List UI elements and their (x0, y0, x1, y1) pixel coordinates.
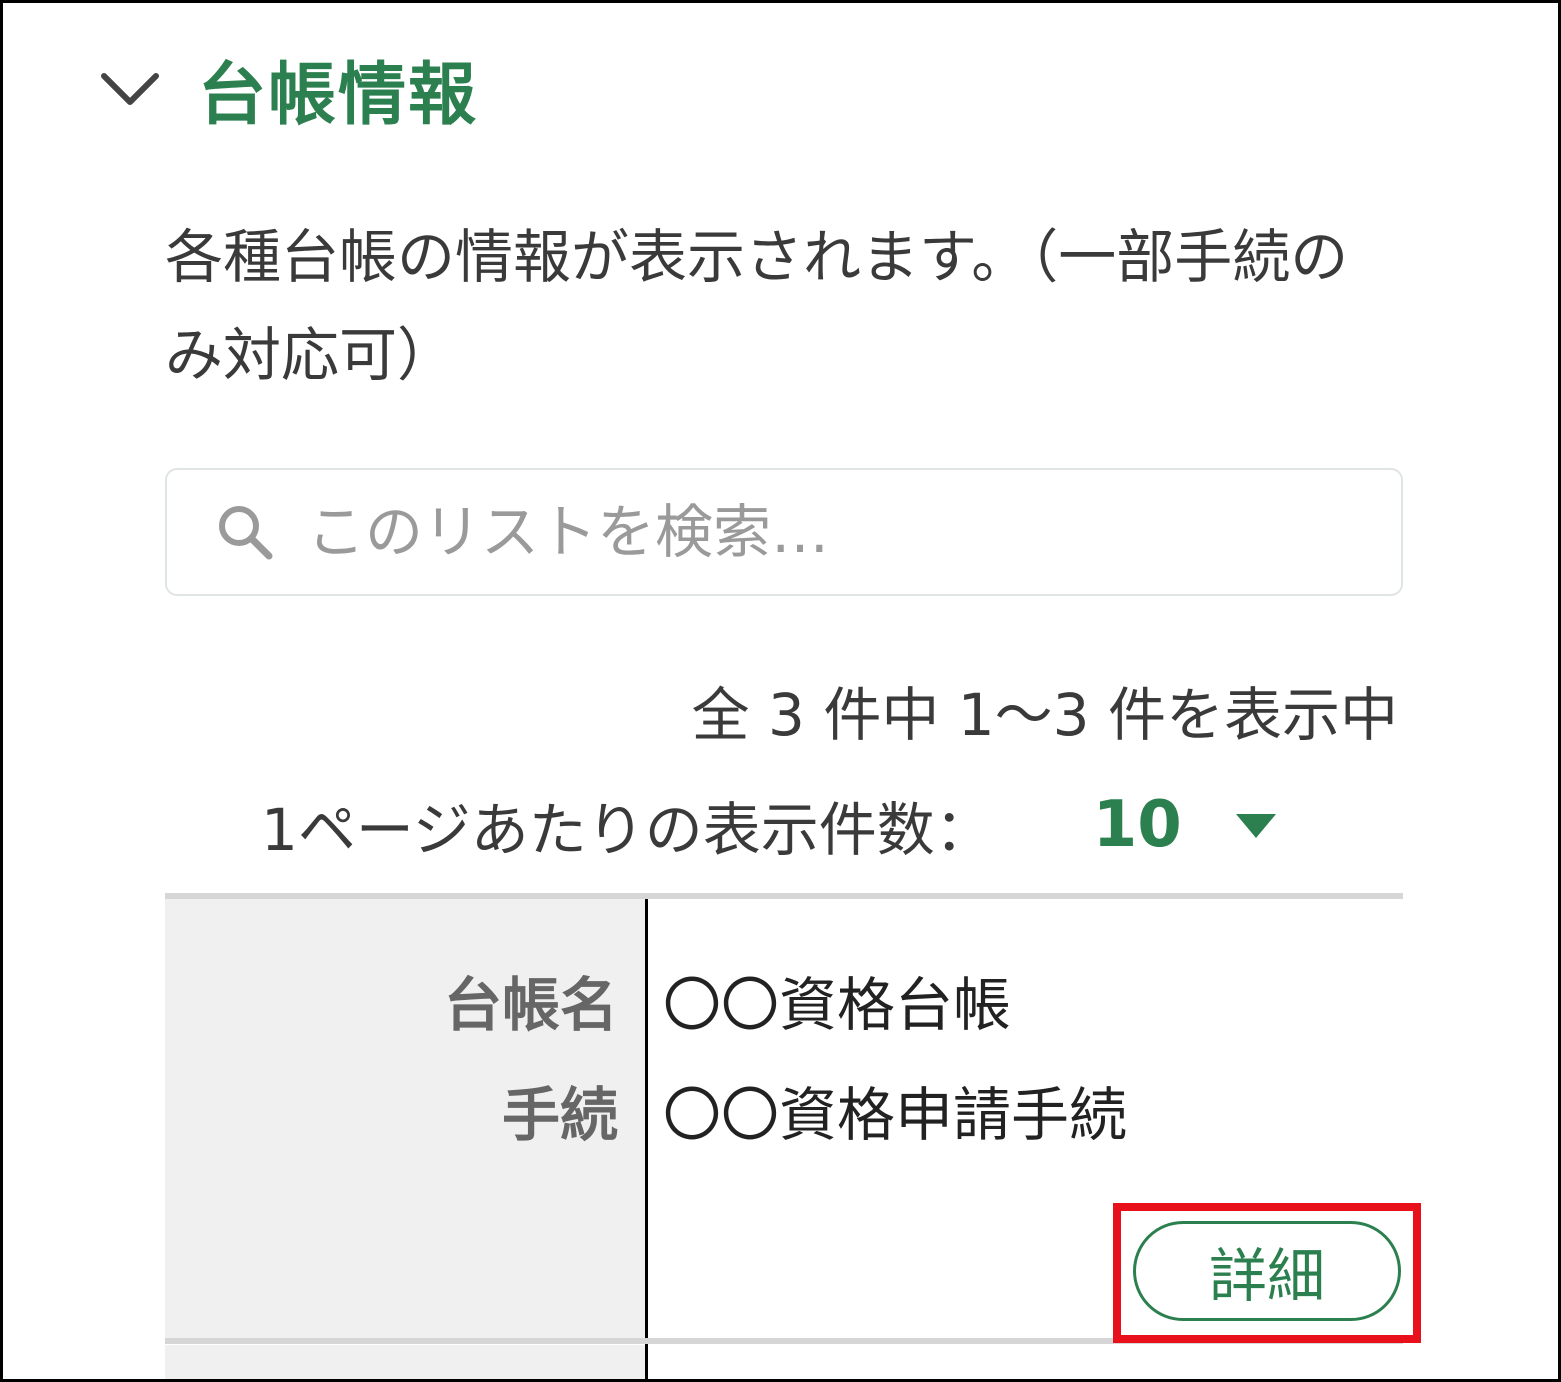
ledger-name-value: 〇〇資格台帳 (663, 971, 1012, 1039)
column-divider (645, 899, 648, 1379)
section-title: 台帳情報 (198, 55, 479, 135)
chevron-down-icon[interactable] (98, 56, 162, 120)
caret-down-icon[interactable] (1234, 810, 1278, 840)
per-page-select[interactable]: 10 (1093, 788, 1278, 862)
label-column-next (165, 1345, 645, 1379)
procedure-label: 手続 (501, 1081, 618, 1149)
panel-frame: 台帳情報 各種台帳の情報が表示されます。（一部手続のみ対応可） 全 3 件中 1… (0, 0, 1561, 1382)
per-page-label: 1ページあたりの表示件数： (261, 796, 993, 864)
search-icon (215, 502, 275, 562)
per-page-value[interactable]: 10 (1093, 788, 1182, 862)
search-input[interactable] (307, 498, 1307, 566)
section-header[interactable]: 台帳情報 (98, 43, 478, 135)
result-count: 全 3 件中 1～3 件を表示中 (691, 681, 1398, 749)
procedure-value: 〇〇資格申請手続 (663, 1081, 1128, 1149)
section-description: 各種台帳の情報が表示されます。（一部手続のみ対応可） (165, 223, 1349, 389)
per-page-control: 1ページあたりの表示件数： 10 (261, 783, 1278, 867)
detail-button[interactable]: 詳細 (1133, 1221, 1401, 1321)
row-separator (165, 1338, 1403, 1344)
search-box[interactable] (165, 468, 1403, 596)
ledger-name-label: 台帳名 (443, 971, 618, 1039)
